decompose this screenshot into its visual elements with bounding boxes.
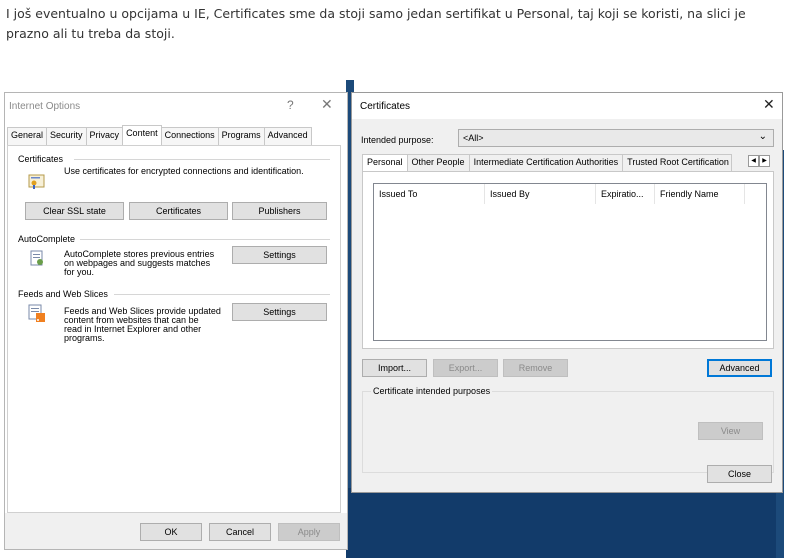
autocomplete-line3: for you.: [64, 267, 95, 277]
cancel-button[interactable]: Cancel: [209, 523, 271, 541]
export-button[interactable]: Export...: [433, 359, 498, 377]
view-button[interactable]: View: [698, 422, 763, 440]
close-icon[interactable]: ✕: [763, 96, 775, 113]
tab-trusted-root[interactable]: Trusted Root Certification: [622, 154, 733, 171]
certificate-list[interactable]: Issued To Issued By Expiratio... Friendl…: [373, 183, 767, 341]
tab-content[interactable]: Content: [122, 125, 162, 147]
dialog-title: Internet Options: [9, 101, 81, 112]
intended-purposes-group: Certificate intended purposes View: [362, 386, 774, 473]
certificates-description: Use certificates for encrypted connectio…: [64, 166, 304, 176]
feeds-icon: [28, 304, 45, 322]
feeds-line4: programs.: [64, 333, 105, 343]
dialog-footer: OK Cancel Apply: [5, 513, 347, 549]
dialog-title: Certificates: [360, 101, 411, 112]
tab-security[interactable]: Security: [46, 127, 87, 145]
internet-options-dialog: Internet Options ? ✕ General Security Pr…: [4, 92, 348, 550]
feeds-heading: Feeds and Web Slices: [18, 289, 108, 299]
feeds-settings-button[interactable]: Settings: [232, 303, 327, 321]
tab-connections[interactable]: Connections: [160, 127, 219, 145]
publishers-button[interactable]: Publishers: [232, 202, 327, 220]
tab-privacy[interactable]: Privacy: [85, 127, 124, 145]
certificate-icon: [28, 174, 45, 189]
advanced-button[interactable]: Advanced: [707, 359, 772, 377]
tab-programs[interactable]: Programs: [217, 127, 265, 145]
column-friendly-name[interactable]: Friendly Name: [655, 184, 745, 204]
chevron-down-icon: ⌄: [758, 131, 767, 142]
intended-purpose-label: Intended purpose:: [361, 135, 434, 145]
intended-purpose-value: <All>: [463, 133, 484, 143]
tab-scroll-left-icon[interactable]: ◀: [748, 155, 759, 167]
certificates-button[interactable]: Certificates: [129, 202, 228, 220]
autocomplete-icon: [30, 250, 43, 266]
close-icon[interactable]: ✕: [321, 96, 333, 113]
title-bar: Certificates ✕: [352, 93, 782, 119]
tab-strip: General Security Privacy Content Connect…: [7, 125, 312, 147]
column-issued-by[interactable]: Issued By: [485, 184, 596, 204]
remove-button[interactable]: Remove: [503, 359, 568, 377]
autocomplete-settings-button[interactable]: Settings: [232, 246, 327, 264]
divider: [74, 159, 330, 160]
tab-other-people[interactable]: Other People: [406, 154, 470, 171]
clear-ssl-button[interactable]: Clear SSL state: [25, 202, 124, 220]
tab-advanced[interactable]: Advanced: [263, 127, 312, 145]
divider: [114, 294, 330, 295]
post-text: I još eventualno u opcijama u IE, Certif…: [6, 6, 746, 41]
column-expiration[interactable]: Expiratio...: [596, 184, 655, 204]
content-panel: Certificates Use certificates for encryp…: [7, 145, 341, 513]
tab-general[interactable]: General: [7, 127, 48, 145]
certificates-heading: Certificates: [18, 154, 64, 164]
ok-button[interactable]: OK: [140, 523, 202, 541]
column-issued-to[interactable]: Issued To: [374, 184, 485, 204]
title-bar: Internet Options ? ✕: [5, 93, 347, 119]
apply-button[interactable]: Apply: [278, 523, 340, 541]
cert-tab-strip: Personal Other People Intermediate Certi…: [362, 154, 733, 171]
tab-personal[interactable]: Personal: [362, 154, 408, 171]
autocomplete-heading: AutoComplete: [18, 234, 76, 244]
certificates-dialog: Certificates ✕ Intended purpose: <All> ⌄…: [351, 92, 783, 493]
close-button[interactable]: Close: [707, 465, 772, 483]
tab-scroll-right-icon[interactable]: ▶: [759, 155, 770, 167]
intended-purpose-select[interactable]: <All> ⌄: [458, 129, 774, 147]
desktop-background-bottom: [346, 488, 776, 558]
intended-purposes-label: Certificate intended purposes: [371, 386, 493, 396]
personal-panel: Issued To Issued By Expiratio... Friendl…: [362, 171, 774, 349]
tab-intermediate-ca[interactable]: Intermediate Certification Authorities: [468, 154, 624, 171]
import-button[interactable]: Import...: [362, 359, 427, 377]
help-icon[interactable]: ?: [287, 98, 294, 112]
divider: [80, 239, 330, 240]
